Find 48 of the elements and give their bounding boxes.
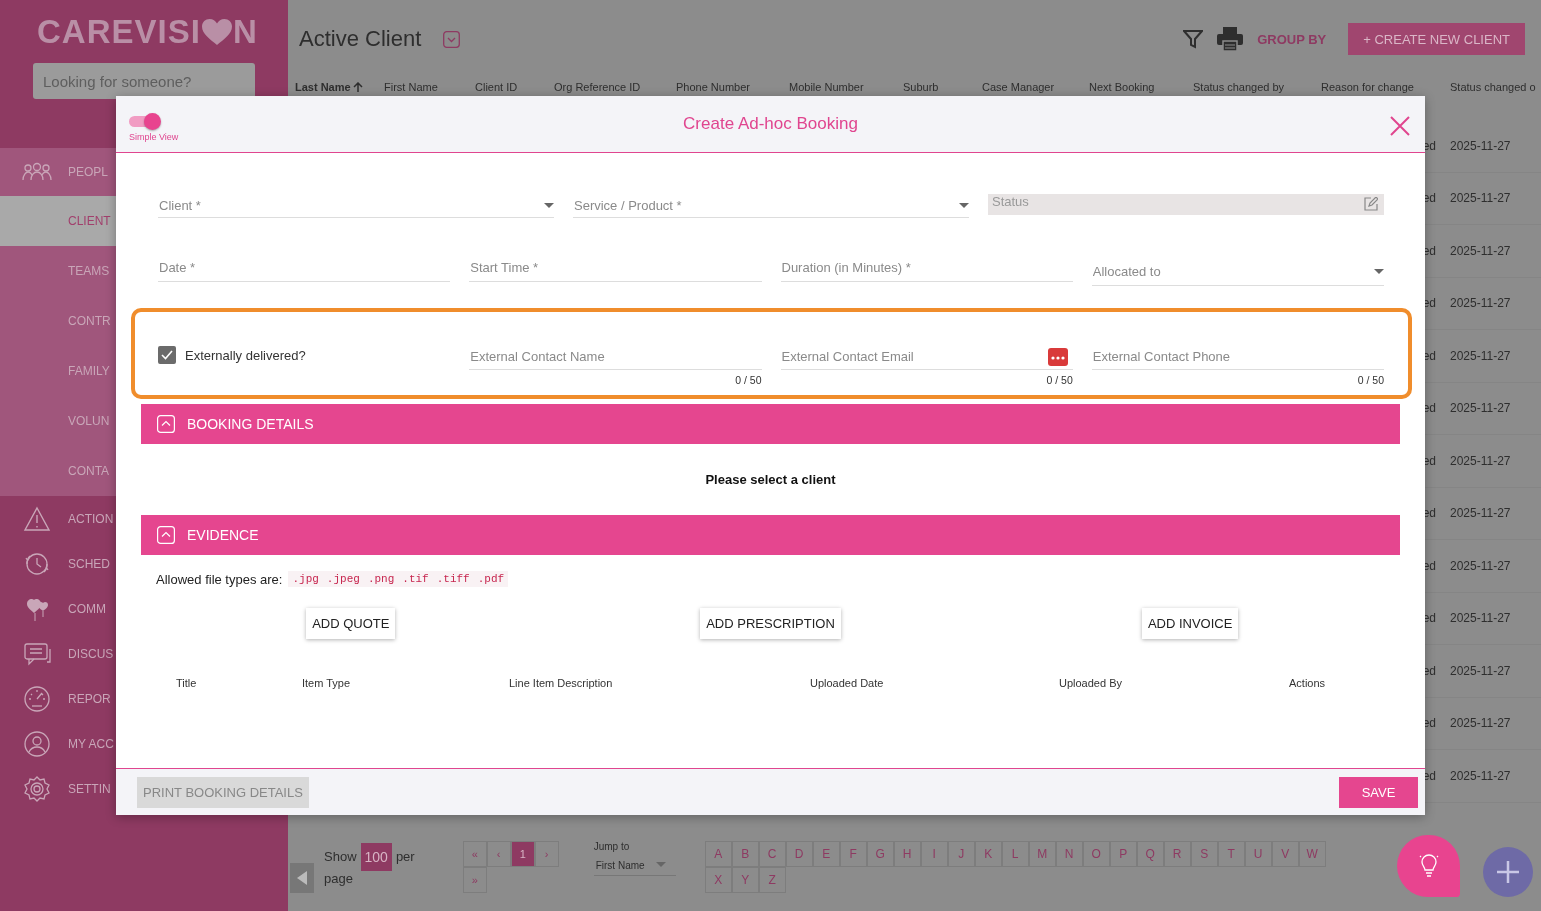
- char-counter: 0 / 50: [735, 374, 762, 386]
- table-cell-text: 2025-11-27: [1450, 611, 1512, 626]
- allowed-types-label: Allowed file types are:: [156, 571, 283, 587]
- show-label: Show: [324, 849, 357, 864]
- char-counter: 0 / 50: [1357, 374, 1384, 386]
- file-type-code: .pdf: [473, 571, 509, 587]
- page-label: page: [324, 870, 354, 886]
- dialog-title: Create Ad-hoc Booking: [683, 114, 858, 133]
- nav-label: MY ACC: [68, 736, 114, 751]
- nav-label: ACTION: [68, 511, 114, 526]
- nav-label: REPOR: [68, 691, 111, 706]
- table-cell-text: 2025-11-27: [1450, 663, 1512, 678]
- column-header: Item Type: [302, 677, 351, 689]
- empty-message: Please select a client: [705, 472, 836, 487]
- toggle-label: Simple View: [129, 132, 179, 142]
- table-cell-text: 2025-11-27: [1450, 191, 1512, 206]
- logo-text: CAREVISI: [37, 13, 201, 51]
- file-type-code: .tif: [398, 571, 433, 587]
- table-cell-text: 2025-11-27: [1450, 138, 1512, 153]
- per-label: per: [395, 849, 415, 864]
- logo-text: N: [232, 13, 258, 51]
- page-title: Active Client: [299, 26, 422, 52]
- column-header: Uploaded By: [1059, 677, 1122, 689]
- column-header: Actions: [1289, 677, 1326, 689]
- jump-label: Jump to: [593, 840, 631, 852]
- nav-label: SETTIN: [68, 781, 111, 796]
- nav-label: PEOPL: [68, 165, 109, 179]
- nav-label: SCHED: [68, 556, 110, 571]
- file-type-code: .tiff: [432, 571, 474, 587]
- table-cell-text: 2025-11-27: [1450, 401, 1512, 416]
- table-cell-text: 2025-11-27: [1450, 768, 1512, 783]
- nav-label: COMM: [68, 601, 106, 616]
- table-cell-text: 2025-11-27: [1450, 558, 1512, 573]
- table-cell-text: 2025-11-27: [1450, 348, 1512, 363]
- table-cell-text: 2025-11-27: [1450, 453, 1512, 468]
- table-cell-text: 2025-11-27: [1450, 716, 1512, 731]
- table-cell-text: 2025-11-27: [1450, 296, 1512, 311]
- table-cell-text: 2025-11-27: [1450, 243, 1512, 258]
- char-counter: 0 / 50: [1046, 374, 1073, 386]
- file-type-code: .png: [363, 571, 399, 587]
- nav-label: DISCUS: [68, 646, 114, 661]
- file-type-code: .jpg: [288, 571, 323, 587]
- column-header: Title: [176, 677, 197, 689]
- column-header: Line Item Description: [509, 677, 613, 689]
- file-type-code: .jpeg: [322, 571, 364, 587]
- column-header: Uploaded Date: [810, 677, 884, 689]
- checkbox-label: Externally delivered?: [185, 347, 306, 363]
- table-cell-text: 2025-11-27: [1450, 506, 1512, 521]
